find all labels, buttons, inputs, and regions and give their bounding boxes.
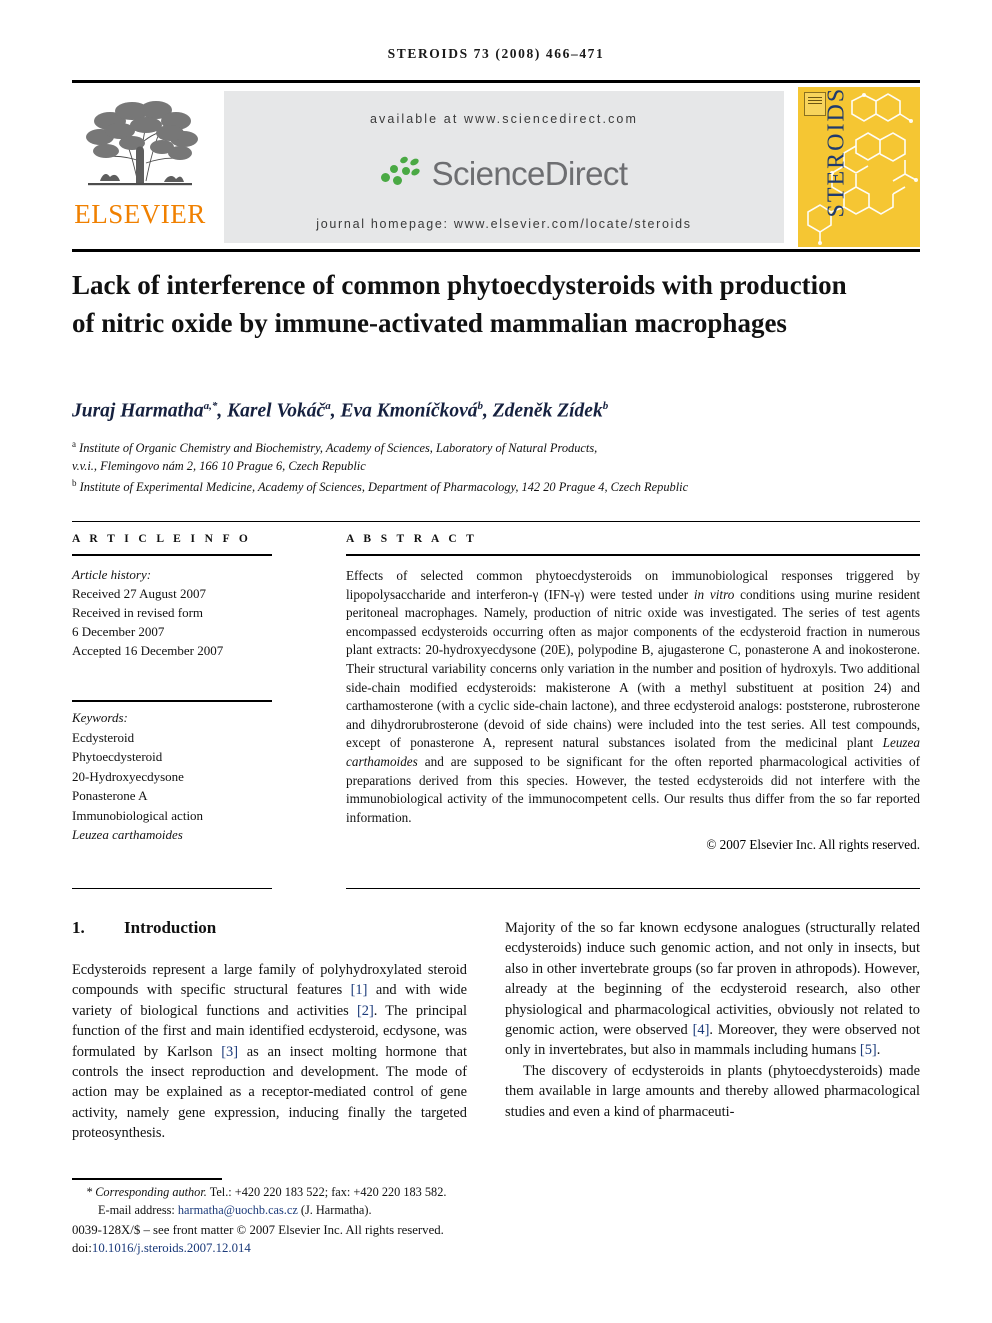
keywords-block: Keywords: Ecdysteroid Phytoecdysteroid 2… [72, 708, 282, 845]
citation-link[interactable]: [4] [693, 1022, 710, 1038]
body-column-right: Majority of the so far known ecdysone an… [505, 918, 920, 1122]
journal-article-page: STEROIDS 73 (2008) 466–471 ELSEVIER avai… [0, 0, 992, 1323]
article-info-heading: A R T I C L E I N F O [72, 533, 252, 545]
paragraph: Majority of the so far known ecdysone an… [505, 918, 920, 1061]
doi-link[interactable]: 10.1016/j.steroids.2007.12.014 [92, 1241, 251, 1255]
author-mark: a,* [203, 400, 218, 412]
sciencedirect-leaves-icon [380, 155, 425, 192]
email-label: E-mail address: [98, 1202, 178, 1217]
article-history-line: Received 27 August 2007 [72, 586, 206, 601]
paragraph: The discovery of ecdysteroids in plants … [505, 1062, 920, 1120]
section-title: Introduction [124, 918, 217, 937]
author-name: Zdeněk Zídek [492, 400, 603, 422]
sciencedirect-panel: available at www.sciencedirect.com Scien… [224, 91, 784, 243]
corresponding-author-mark: * [86, 1185, 93, 1199]
abstract-heading: A B S T R A C T [346, 533, 478, 545]
corresponding-author-label: Corresponding author. [95, 1185, 207, 1199]
keyword-item: Leuzea carthamoides [72, 827, 183, 842]
article-history-line: Accepted 16 December 2007 [72, 643, 224, 658]
abstract-italic-in-vitro: in vitro [693, 586, 735, 602]
email-line: E-mail address: harmatha@uochb.cas.cz (J… [72, 1202, 502, 1220]
citation-link[interactable]: [3] [221, 1044, 238, 1060]
keyword-item: Phytoecdysteroid [72, 749, 163, 764]
paragraph: Ecdysteroids represent a large family of… [72, 960, 467, 1144]
available-at-text: available at www.sciencedirect.com [369, 112, 638, 126]
email-suffix: (J. Harmatha). [297, 1202, 372, 1217]
affiliation-mark: a [72, 439, 76, 449]
article-history-line: 6 December 2007 [72, 624, 165, 639]
info-band-bottom-rule-right [346, 888, 920, 889]
article-history-label: Article history: [72, 567, 152, 582]
section-number: 1. [72, 918, 85, 937]
footnote-rule [72, 1178, 222, 1180]
article-info-rule [72, 554, 272, 556]
keyword-item: 20-Hydroxyecdysone [72, 768, 184, 784]
author-mark: b [602, 400, 609, 412]
email-link[interactable]: harmatha@uochb.cas.cz [178, 1203, 298, 1217]
abstract-text-segment: and are supposed to be significant for t… [346, 753, 920, 825]
article-history-line: Received in revised form [72, 605, 204, 620]
affiliation-text: Institute of Organic Chemistry and Bioch… [79, 441, 598, 456]
affiliation-text: v.v.i., Flemingovo nám 2, 166 10 Prague … [72, 458, 366, 473]
doi-label: doi: [72, 1241, 92, 1255]
affiliation-list: a Institute of Organic Chemistry and Bio… [72, 436, 922, 497]
footnote-block: * Corresponding author. Tel.: +420 220 1… [72, 1184, 502, 1219]
cover-journal-title: STEROIDS [823, 87, 850, 218]
abstract-column: A B S T R A C T Effects of selected comm… [346, 533, 920, 853]
affiliation-line: v.v.i., Flemingovo nám 2, 166 10 Prague … [72, 458, 922, 476]
paragraph-segment: . [876, 1042, 881, 1059]
keywords-rule [72, 700, 272, 702]
abstract-text: Effects of selected common phytoecdyster… [346, 567, 920, 827]
journal-cover-thumbnail: STEROIDS [798, 87, 920, 247]
elsevier-logo-block: ELSEVIER [72, 91, 208, 243]
sciencedirect-wordmark: ScienceDirect [431, 155, 628, 192]
info-band-top-rule [72, 521, 920, 522]
elsevier-wordmark: ELSEVIER [74, 199, 206, 229]
citation-link[interactable]: [1] [351, 982, 368, 998]
imprint-block: 0039-128X/$ – see front matter © 2007 El… [72, 1221, 532, 1257]
info-band-bottom-rule-left [72, 888, 272, 889]
article-info-column: A R T I C L E I N F O Article history: R… [72, 533, 272, 660]
abstract-copyright: © 2007 Elsevier Inc. All rights reserved… [706, 837, 920, 853]
elsevier-tree-icon [86, 101, 198, 186]
running-head: STEROIDS 73 (2008) 466–471 [387, 46, 605, 61]
article-history: Article history: Received 27 August 2007… [72, 565, 272, 660]
author-name: Juraj Harmatha [72, 400, 204, 422]
corresponding-author-line: * Corresponding author. Tel.: +420 220 1… [72, 1184, 502, 1202]
affiliation-line: a Institute of Organic Chemistry and Bio… [72, 436, 922, 458]
corresponding-author-contact: Tel.: +420 220 183 522; fax: +420 220 18… [206, 1185, 447, 1199]
section-heading-introduction: 1. Introduction [72, 918, 467, 938]
abstract-rule [346, 554, 920, 556]
author-mark: b [477, 400, 484, 412]
paragraph-segment: Majority of the so far known ecdysone an… [505, 920, 920, 1039]
issn-line: 0039-128X/$ – see front matter © 2007 El… [72, 1223, 444, 1237]
doi-line: doi:10.1016/j.steroids.2007.12.014 [72, 1239, 532, 1257]
author-mark: a [325, 400, 331, 412]
body-column-left: 1. Introduction Ecdysteroids represent a … [72, 918, 467, 1144]
abstract-text-segment: conditions using murine resident periton… [346, 586, 921, 751]
affiliation-line: b Institute of Experimental Medicine, Ac… [72, 475, 922, 497]
keywords-label: Keywords: [72, 710, 128, 725]
page-title: Lack of interference of common phytoecdy… [72, 270, 847, 338]
affiliation-text: Institute of Experimental Medicine, Acad… [79, 480, 689, 495]
citation-link[interactable]: [2] [357, 1003, 374, 1019]
author-name: Eva Kmoníčková [340, 400, 478, 422]
citation-link[interactable]: [5] [860, 1042, 877, 1058]
author-name: Karel Vokáč [227, 400, 326, 422]
journal-homepage-text: journal homepage: www.elsevier.com/locat… [316, 217, 692, 231]
sciencedirect-logo: ScienceDirect [224, 151, 784, 197]
keyword-item: Immunobiological action [72, 807, 204, 823]
masthead: ELSEVIER available at www.sciencedirect.… [72, 80, 920, 252]
author-list: Juraj Harmathaa,*, Karel Vokáča, Eva Kmo… [72, 400, 609, 422]
keyword-item: Ecdysteroid [72, 729, 135, 745]
keyword-item: Ponasterone A [72, 788, 148, 803]
affiliation-mark: b [72, 478, 77, 489]
